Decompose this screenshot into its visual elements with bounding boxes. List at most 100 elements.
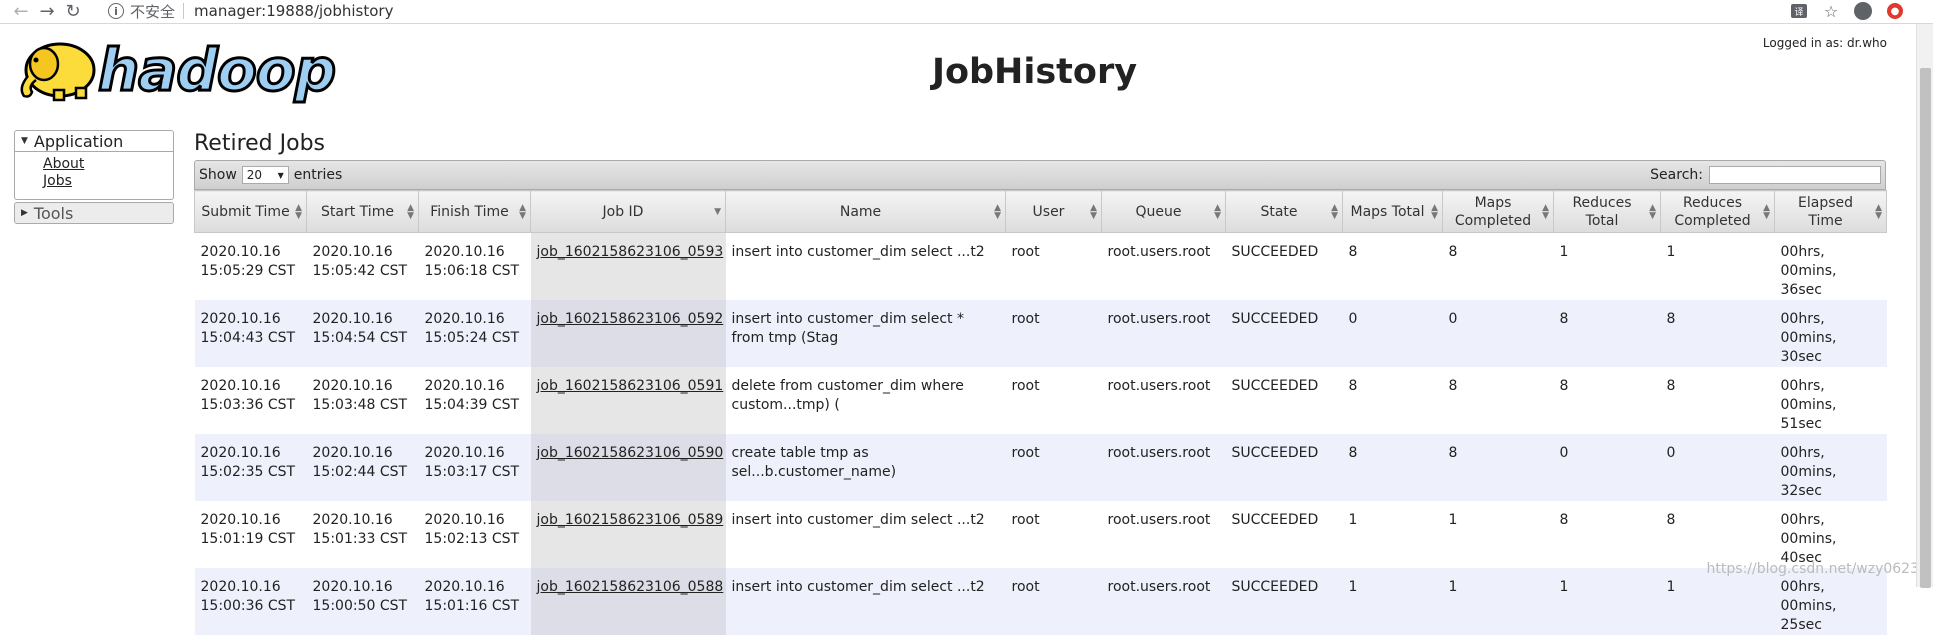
sort-arrows-icon: ▲▼ (1090, 204, 1097, 220)
scrollbar-thumb[interactable] (1920, 68, 1931, 588)
reload-icon[interactable]: ↻ (60, 1, 86, 23)
table-cell: insert into customer_dim select * from t… (726, 300, 1006, 367)
column-header[interactable]: Submit Time ▲▼ (195, 191, 307, 233)
table-cell[interactable]: job_1602158623106_0592 (531, 300, 726, 367)
job-id-link[interactable]: job_1602158623106_0592 (537, 311, 724, 327)
info-icon[interactable]: i (108, 3, 124, 19)
column-header-label: State (1260, 204, 1297, 220)
table-cell: root.users.root (1102, 300, 1226, 367)
url-text[interactable]: manager:19888/jobhistory (194, 2, 393, 20)
table-cell: 00hrs, 00mins, 51sec (1775, 367, 1887, 434)
table-cell: 1 (1443, 568, 1554, 635)
application-accordion-body: About Jobs (14, 152, 174, 200)
column-header-label: Elapsed Time (1798, 195, 1853, 229)
table-cell: create table tmp as sel...b.customer_nam… (726, 434, 1006, 501)
back-arrow-icon[interactable]: ← (8, 1, 34, 23)
table-cell: 8 (1343, 434, 1443, 501)
table-cell: 8 (1661, 501, 1775, 568)
sidebar-link-jobs[interactable]: Jobs (43, 173, 173, 190)
column-header[interactable]: User ▲▼ (1006, 191, 1102, 233)
entries-label: entries (294, 167, 343, 183)
table-cell: 2020.10.16 15:04:43 CST (195, 300, 307, 367)
table-cell[interactable]: job_1602158623106_0589 (531, 501, 726, 568)
table-cell: SUCCEEDED (1226, 434, 1343, 501)
sort-arrows-icon: ▲▼ (1542, 204, 1549, 220)
sort-arrows-icon: ▲▼ (1763, 204, 1770, 220)
job-id-link[interactable]: job_1602158623106_0591 (537, 378, 724, 394)
sort-arrows-icon: ▲▼ (1431, 204, 1438, 220)
logged-in-user: Logged in as: dr.who (1763, 36, 1887, 50)
tools-accordion-header[interactable]: ▶ Tools (14, 202, 174, 224)
triangle-down-icon: ▼ (21, 136, 28, 146)
browser-actions: 译 ☆ ● (1789, 0, 1905, 22)
table-cell: 2020.10.16 15:03:48 CST (307, 367, 419, 434)
entries-select[interactable]: 20 ▼ (242, 166, 289, 184)
table-cell: 2020.10.16 15:00:36 CST (195, 568, 307, 635)
vertical-scrollbar[interactable] (1916, 24, 1933, 587)
column-header-label: User (1033, 204, 1065, 220)
search-input[interactable] (1709, 166, 1881, 184)
sort-arrows-icon: ▲▼ (295, 204, 302, 220)
entries-value: 20 (247, 168, 262, 182)
column-header-label: Submit Time (201, 204, 289, 220)
column-header-label: Maps Completed (1455, 195, 1531, 229)
profile-icon[interactable] (1853, 1, 1873, 21)
address-bar[interactable]: i 不安全 manager:19888/jobhistory (108, 0, 1708, 22)
table-cell: 8 (1554, 367, 1661, 434)
table-cell: 1 (1343, 501, 1443, 568)
job-id-link[interactable]: job_1602158623106_0588 (537, 579, 724, 595)
column-header[interactable]: Job ID▼ (531, 191, 726, 233)
sort-arrows-icon: ▲▼ (1331, 204, 1338, 220)
bookmark-star-icon[interactable]: ☆ (1821, 1, 1841, 21)
table-cell: 8 (1554, 300, 1661, 367)
table-cell: 00hrs, 00mins, 30sec (1775, 300, 1887, 367)
side-navigation: ▼ Application About Jobs ▶ Tools (14, 130, 174, 224)
table-cell: SUCCEEDED (1226, 568, 1343, 635)
translate-icon[interactable]: 译 (1789, 1, 1809, 21)
table-cell: 0 (1443, 300, 1554, 367)
column-header-label: Reduces Completed (1674, 195, 1750, 229)
table-cell: 1 (1554, 233, 1661, 301)
column-header[interactable]: Queue▲▼ (1102, 191, 1226, 233)
column-header[interactable]: State ▲▼ (1226, 191, 1343, 233)
forward-arrow-icon[interactable]: → (34, 1, 60, 23)
table-cell: 00hrs, 00mins, 40sec (1775, 501, 1887, 568)
table-cell: 2020.10.16 15:01:33 CST (307, 501, 419, 568)
application-accordion-header[interactable]: ▼ Application (14, 130, 174, 152)
table-cell: 2020.10.16 15:00:50 CST (307, 568, 419, 635)
table-cell: 8 (1443, 233, 1554, 301)
table-cell[interactable]: job_1602158623106_0593 (531, 233, 726, 301)
column-header[interactable]: Name▲▼ (726, 191, 1006, 233)
table-cell[interactable]: job_1602158623106_0588 (531, 568, 726, 635)
column-header[interactable]: Maps Completed ▲▼ (1443, 191, 1554, 233)
column-header-label: Maps Total (1351, 204, 1425, 220)
job-id-link[interactable]: job_1602158623106_0593 (537, 244, 724, 260)
column-header[interactable]: Maps Total ▲▼ (1343, 191, 1443, 233)
table-cell: 2020.10.16 15:04:54 CST (307, 300, 419, 367)
table-cell[interactable]: job_1602158623106_0591 (531, 367, 726, 434)
section-title: Retired Jobs (194, 128, 1886, 160)
table-cell: 0 (1343, 300, 1443, 367)
table-cell: 2020.10.16 15:02:13 CST (419, 501, 531, 568)
table-cell: 8 (1343, 233, 1443, 301)
table-header-row: Submit Time▲▼Start Time▲▼Finish Time▲▼Jo… (195, 191, 1887, 233)
table-cell: SUCCEEDED (1226, 501, 1343, 568)
job-id-link[interactable]: job_1602158623106_0589 (537, 512, 724, 528)
column-header[interactable]: Elapsed Time▲▼ (1775, 191, 1887, 233)
table-cell: 8 (1443, 367, 1554, 434)
table-cell: root.users.root (1102, 501, 1226, 568)
column-header-label: Job ID (603, 204, 644, 220)
table-cell: 00hrs, 00mins, 25sec (1775, 568, 1887, 635)
column-header[interactable]: Finish Time▲▼ (419, 191, 531, 233)
table-cell: root.users.root (1102, 434, 1226, 501)
column-header[interactable]: Reduces Completed ▲▼ (1661, 191, 1775, 233)
table-cell: insert into customer_dim select ...t2 (726, 568, 1006, 635)
sidebar-link-about[interactable]: About (43, 156, 173, 173)
table-cell: root (1006, 434, 1102, 501)
column-header[interactable]: Start Time▲▼ (307, 191, 419, 233)
table-cell: root.users.root (1102, 568, 1226, 635)
job-id-link[interactable]: job_1602158623106_0590 (537, 445, 724, 461)
extension-icon[interactable]: ● (1885, 1, 1905, 21)
column-header[interactable]: Reduces Total▲▼ (1554, 191, 1661, 233)
table-cell[interactable]: job_1602158623106_0590 (531, 434, 726, 501)
